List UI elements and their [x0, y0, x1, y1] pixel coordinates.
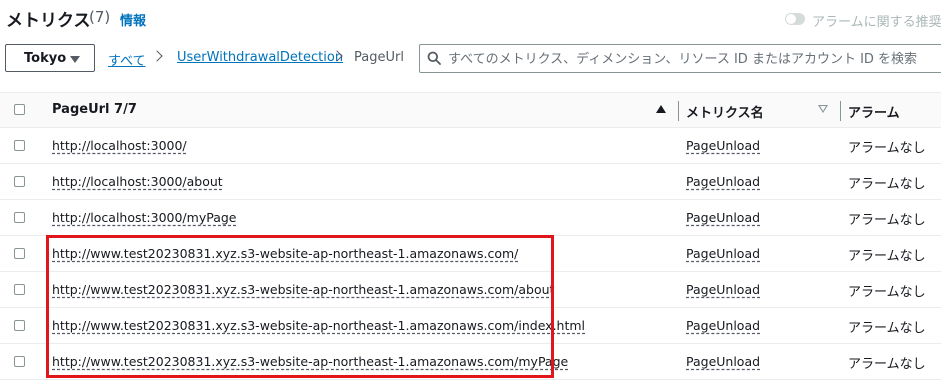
pageurl-cell[interactable]: http://www.test20230831.xyz.s3-website-a… [52, 282, 554, 297]
alarm-cell: アラームなし [848, 357, 926, 372]
sort-ascending-icon[interactable] [656, 105, 666, 113]
info-link[interactable]: 情報 [120, 10, 146, 29]
column-divider[interactable] [840, 101, 841, 121]
column-header-alarm[interactable]: アラーム [848, 102, 900, 121]
region-label: Tokyo [24, 51, 67, 66]
breadcrumb-all[interactable]: すべて [108, 50, 146, 69]
column-divider[interactable] [678, 101, 679, 121]
row-checkbox[interactable] [14, 248, 25, 259]
alarm-recommendations-label: アラームに関する推奨 [812, 15, 941, 30]
pageurl-cell[interactable]: http://localhost:3000/about [52, 174, 223, 189]
table-row[interactable]: http://localhost:3000/ PageUnload アラームなし [0, 128, 941, 164]
row-checkbox[interactable] [14, 356, 25, 367]
breadcrumb-dimension: PageUrl [354, 50, 404, 65]
alarm-cell: アラームなし [848, 321, 926, 336]
alarm-cell: アラームなし [848, 213, 926, 228]
row-checkbox[interactable] [14, 284, 25, 295]
metric-name-cell[interactable]: PageUnload [686, 210, 760, 225]
metrics-search[interactable] [419, 44, 941, 73]
metrics-count: (7) [89, 8, 111, 26]
pageurl-cell[interactable]: http://localhost:3000/myPage [52, 210, 236, 225]
row-checkbox[interactable] [14, 176, 25, 187]
caret-down-icon [70, 56, 80, 63]
alarm-cell: アラームなし [848, 285, 926, 300]
table-row[interactable]: http://localhost:3000/myPage PageUnload … [0, 200, 941, 236]
table-row[interactable]: http://www.test20230831.xyz.s3-website-a… [0, 236, 941, 272]
table-row[interactable]: http://www.test20230831.xyz.s3-website-a… [0, 272, 941, 308]
pageurl-cell[interactable]: http://localhost:3000/ [52, 138, 187, 153]
alarm-cell: アラームなし [848, 177, 926, 192]
sort-descending-icon[interactable] [818, 105, 828, 113]
alarm-cell: アラームなし [848, 249, 926, 264]
pageurl-cell[interactable]: http://www.test20230831.xyz.s3-website-a… [52, 354, 568, 369]
breadcrumb-namespace[interactable]: UserWithdrawalDetection [177, 50, 343, 65]
pageurl-cell[interactable]: http://www.test20230831.xyz.s3-website-a… [52, 318, 585, 333]
pageurl-cell[interactable]: http://www.test20230831.xyz.s3-website-a… [52, 246, 518, 261]
metric-name-cell[interactable]: PageUnload [686, 354, 760, 369]
metric-name-cell[interactable]: PageUnload [686, 246, 760, 261]
table-row[interactable]: http://www.test20230831.xyz.s3-website-a… [0, 344, 941, 380]
page-title: メトリクス [6, 11, 91, 31]
row-checkbox[interactable] [14, 140, 25, 151]
search-input[interactable] [448, 49, 938, 69]
table-row[interactable]: http://localhost:3000/about PageUnload ア… [0, 164, 941, 200]
alarm-recommendations-toggle[interactable] [785, 13, 805, 25]
column-header-pageurl[interactable]: PageUrl 7/7 [52, 102, 137, 117]
table-header: PageUrl 7/7 メトリクス名 アラーム [0, 92, 941, 128]
row-checkbox[interactable] [14, 212, 25, 223]
column-header-metric-name[interactable]: メトリクス名 [686, 102, 764, 121]
page-header: メトリクス (7) 情報 アラームに関する推奨 [0, 0, 941, 36]
metric-name-cell[interactable]: PageUnload [686, 282, 760, 297]
search-icon [427, 51, 441, 65]
chevron-right-icon [151, 50, 163, 62]
metric-name-cell[interactable]: PageUnload [686, 138, 760, 153]
alarm-cell: アラームなし [848, 141, 926, 156]
region-selector[interactable]: Tokyo [5, 44, 95, 72]
row-checkbox[interactable] [14, 320, 25, 331]
metric-name-cell[interactable]: PageUnload [686, 318, 760, 333]
select-all-checkbox[interactable] [14, 104, 25, 115]
metric-name-cell[interactable]: PageUnload [686, 174, 760, 189]
table-row[interactable]: http://www.test20230831.xyz.s3-website-a… [0, 308, 941, 344]
